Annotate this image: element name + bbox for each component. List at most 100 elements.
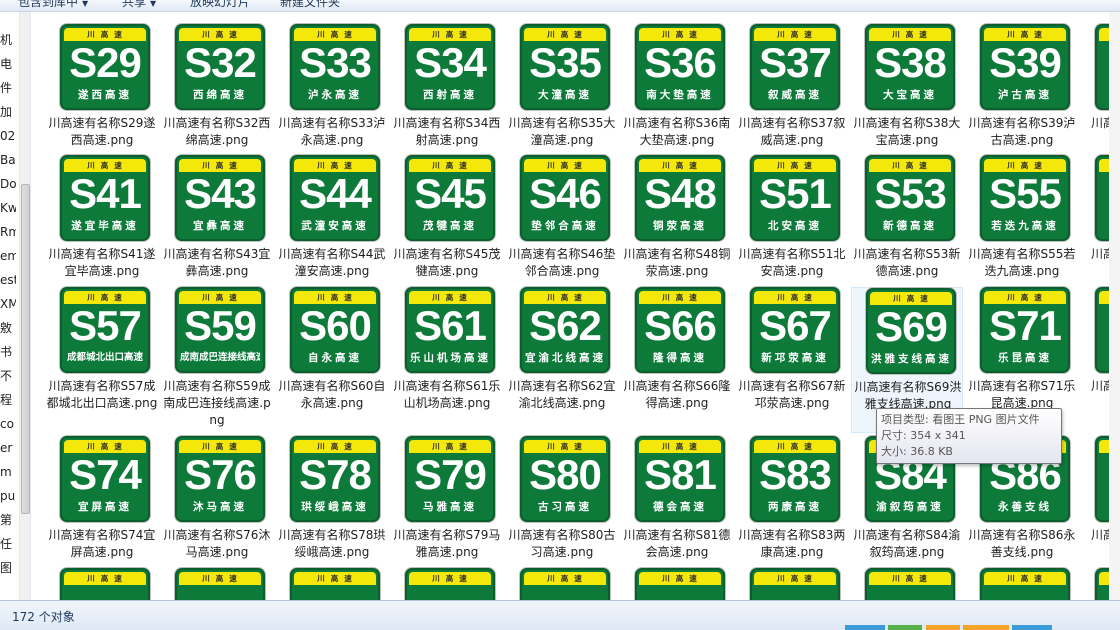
file-item[interactable]: 川高速 S57 成都城北出口高速 川高速有名称S57成都城北出口高速.png bbox=[46, 287, 158, 415]
sign-route-code: S43 bbox=[184, 170, 257, 217]
file-item[interactable]: 川高速 S33 泸永高速 川高速有名称S33泸永高速.png bbox=[276, 24, 388, 152]
file-item[interactable]: 川高速 bbox=[46, 568, 158, 600]
chevron-down-icon: ▼ bbox=[150, 0, 157, 8]
sign-route-code: S33 bbox=[299, 39, 372, 86]
file-item[interactable]: 川高速 bbox=[161, 568, 273, 600]
taskbar-tile[interactable] bbox=[963, 625, 1009, 630]
file-item[interactable]: 川高速 bbox=[851, 568, 963, 600]
file-item[interactable]: 川高速 S48 铜荥高速 川高速有名称S48铜荥高速.png bbox=[621, 155, 733, 283]
new-folder-button[interactable]: 新建文件夹 bbox=[280, 0, 340, 10]
file-item[interactable]: 川高速 S39 泸古高速 川高速有名称S39泸古高速.png bbox=[966, 24, 1078, 152]
file-item[interactable]: 川高速 S44 武潼安高速川高速有名称S44武潼安高速.png bbox=[276, 155, 388, 283]
highway-sign-thumbnail: 川高速 S44 武潼安高速 bbox=[290, 155, 380, 241]
navigation-scrollbar[interactable] bbox=[19, 12, 30, 600]
highway-sign-thumbnail: 川高速 S59 成南成巴连接线高速 bbox=[175, 287, 265, 373]
sign-route-name: 遂西高速 bbox=[78, 89, 132, 101]
file-item[interactable]: 川高速 S60 自永高速 川高速有名称S60自永高速.png bbox=[276, 287, 388, 415]
highway-sign-thumbnail: 川高速 S78 珙绥峨高速 bbox=[290, 436, 380, 522]
nav-tree-item[interactable]: 程 bbox=[0, 390, 16, 410]
navigation-scrollbar-thumb[interactable] bbox=[21, 184, 30, 514]
highway-sign-thumbnail: 川高速 bbox=[60, 568, 150, 600]
highway-sign-thumbnail: 川高速 S57 成都城北出口高速 bbox=[60, 287, 150, 373]
nav-tree-item[interactable]: er bbox=[0, 438, 16, 458]
taskbar-tile[interactable] bbox=[888, 625, 922, 630]
share-button[interactable]: 共享 ▼ bbox=[122, 0, 156, 10]
nav-tree-item[interactable]: 02 bbox=[0, 126, 16, 146]
sign-route-code: S69 bbox=[875, 303, 948, 350]
nav-tree-item[interactable]: Dov bbox=[0, 174, 16, 194]
nav-tree-item[interactable]: Rm bbox=[0, 222, 16, 242]
file-item[interactable]: 川高速 S46 垫邻合高速 川高速有名称S46垫邻合高速.png bbox=[506, 155, 618, 283]
nav-tree-item[interactable]: 电 bbox=[0, 54, 16, 74]
file-item[interactable]: 川高速 bbox=[506, 568, 618, 600]
file-item[interactable]: 川高速 S29 遂西高速 川高速有名称S29遂西高速.png bbox=[46, 24, 158, 152]
file-item[interactable]: 川高速 S80 古习高速 川高速有名称S80古习高速.png bbox=[506, 436, 618, 564]
file-item[interactable]: 川高速 S59 成南成巴连接线高速 川高速有名称S59成南成巴连接线高速.png bbox=[161, 287, 273, 427]
file-item[interactable]: 川高速 S62 宜渝北线高速 川高速有名称S62宜渝北线高速.png bbox=[506, 287, 618, 415]
taskbar-tile[interactable] bbox=[1012, 625, 1052, 630]
file-item[interactable]: 川高速 S51 北安高速 川高速有名称S51北安高速.png bbox=[736, 155, 848, 283]
nav-tree-item[interactable]: pu bbox=[0, 486, 16, 506]
sign-route-code: S57 bbox=[69, 302, 142, 349]
file-item[interactable]: 川高速 S36 南大垫高速 川高速有名称S36南大垫高速.png bbox=[621, 24, 733, 152]
file-name-label: 川高速有名称S51北安高速.png bbox=[738, 247, 846, 278]
highway-sign-thumbnail: 川高速 S62 宜渝北线高速 bbox=[520, 287, 610, 373]
file-item[interactable]: 川高速 S43 宜彝高速 川高速有名称S43宜彝高速.png bbox=[161, 155, 273, 283]
nav-tree-item[interactable]: 图 bbox=[0, 558, 16, 578]
file-item[interactable]: 川高速 S41 遂宜毕高速 川高速有名称S41遂宜毕高速.png bbox=[46, 155, 158, 283]
nav-tree-item[interactable]: 任 bbox=[0, 534, 16, 554]
nav-tree-item[interactable]: 加 bbox=[0, 102, 16, 122]
file-item[interactable]: 川高速 bbox=[391, 568, 503, 600]
file-item[interactable]: 川高速 S83 两康高速 川高速有名称S83两康高速.png bbox=[736, 436, 848, 564]
nav-tree-item[interactable]: est bbox=[0, 270, 16, 290]
nav-tree-item[interactable]: 第 bbox=[0, 510, 16, 530]
sign-route-name: 北安高速 bbox=[768, 220, 822, 232]
file-item[interactable]: 川高速 bbox=[966, 568, 1078, 600]
file-item[interactable]: 川高速 S81 德会高速 川高速有名称S81德会高速.png bbox=[621, 436, 733, 564]
file-item[interactable]: 川高速 S79 马雅高速 川高速有名称S79马雅高速.png bbox=[391, 436, 503, 564]
sign-route-name: 洪雅支线高速 bbox=[871, 353, 951, 365]
file-item[interactable]: 川高速 S74 宜屏高速 川高速有名称S74宜屏高速.png bbox=[46, 436, 158, 564]
slideshow-button[interactable]: 放映幻灯片 bbox=[190, 0, 250, 10]
file-item[interactable]: 川高速 S71 乐昆高速 川高速有名称S71乐昆高速.png bbox=[966, 287, 1078, 415]
file-item[interactable]: 川高速 S38 大宝高速 川高速有名称S38大宝高速.png bbox=[851, 24, 963, 152]
include-in-library-button[interactable]: 包含到库中 ▼ bbox=[18, 0, 88, 10]
file-item[interactable]: 川高速 S67 新邛荥高速 川高速有名称S67新邛荥高速.png bbox=[736, 287, 848, 415]
file-name-label: 川高速有名称S44武潼安高速.png bbox=[278, 247, 386, 278]
file-item[interactable]: 川高速 S34 西射高速 川高速有名称S34西射高速.png bbox=[391, 24, 503, 152]
file-item[interactable]: 川高速 S61 乐山机场高速 川高速有名称S61乐山机场高速.png bbox=[391, 287, 503, 415]
nav-tree-item[interactable]: XM bbox=[0, 294, 16, 314]
highway-sign-thumbnail: 川高速 S35 大潼高速 bbox=[520, 24, 610, 110]
nav-tree-item[interactable]: m bbox=[0, 462, 16, 482]
file-name-label: 川高速有名称S37叙威高速.png bbox=[738, 116, 846, 147]
nav-tree-item[interactable]: 不 bbox=[0, 366, 16, 386]
nav-tree-item[interactable]: 书 bbox=[0, 342, 16, 362]
file-item[interactable]: 川高速 S78 珙绥峨高速 川高速有名称S78珙绥峨高速.png bbox=[276, 436, 388, 564]
file-item[interactable]: 川高速 S37 叙威高速 川高速有名称S37叙威高速.png bbox=[736, 24, 848, 152]
file-item[interactable]: 川高速 bbox=[736, 568, 848, 600]
taskbar-tile[interactable] bbox=[926, 625, 960, 630]
item-count: 172 个对象 bbox=[12, 610, 75, 624]
nav-tree-item[interactable]: em bbox=[0, 246, 16, 266]
file-item[interactable]: 川高速 S35 大潼高速 川高速有名称S35大潼高速.png bbox=[506, 24, 618, 152]
highway-sign-thumbnail: 川高速 S41 遂宜毕高速 bbox=[60, 155, 150, 241]
nav-tree-item[interactable]: 件 bbox=[0, 78, 16, 98]
nav-tree-item[interactable]: 机 bbox=[0, 30, 16, 50]
file-item[interactable]: 川高速 S66 隆得高速 川高速有名称S66隆得高速.png bbox=[621, 287, 733, 415]
nav-tree-item[interactable]: Kwl bbox=[0, 198, 16, 218]
file-item[interactable]: 川高速 bbox=[621, 568, 733, 600]
nav-tree-item[interactable]: 敫 bbox=[0, 318, 16, 338]
nav-tree-item[interactable]: co bbox=[0, 414, 16, 434]
taskbar-tile[interactable] bbox=[845, 625, 885, 630]
file-item[interactable]: 川高速 S45 茂犍高速 川高速有名称S45茂犍高速.png bbox=[391, 155, 503, 283]
file-item[interactable]: 川高速 S76 沐马高速 川高速有名称S76沐马高速.png bbox=[161, 436, 273, 564]
file-name-label: 川高速有名称S29遂西高速.png bbox=[48, 116, 156, 147]
content-scrollbar[interactable] bbox=[1109, 12, 1120, 600]
nav-tree-item[interactable]: Bai bbox=[0, 150, 16, 170]
file-item[interactable]: 川高速 S55 若迭九高速 川高速有名称S55若迭九高速.png bbox=[966, 155, 1078, 283]
file-item[interactable]: 川高速 bbox=[276, 568, 388, 600]
tooltip-dimensions: 尺寸: 354 x 341 bbox=[881, 429, 966, 442]
file-item[interactable]: 川高速 S53 新德高速 川高速有名称S53新德高速.png bbox=[851, 155, 963, 283]
file-item[interactable]: 川高速 S32 西绵高速 川高速有名称S32西绵高速.png bbox=[161, 24, 273, 152]
file-name-label: 川高速有名称S61乐山机场高速.png bbox=[393, 379, 501, 410]
